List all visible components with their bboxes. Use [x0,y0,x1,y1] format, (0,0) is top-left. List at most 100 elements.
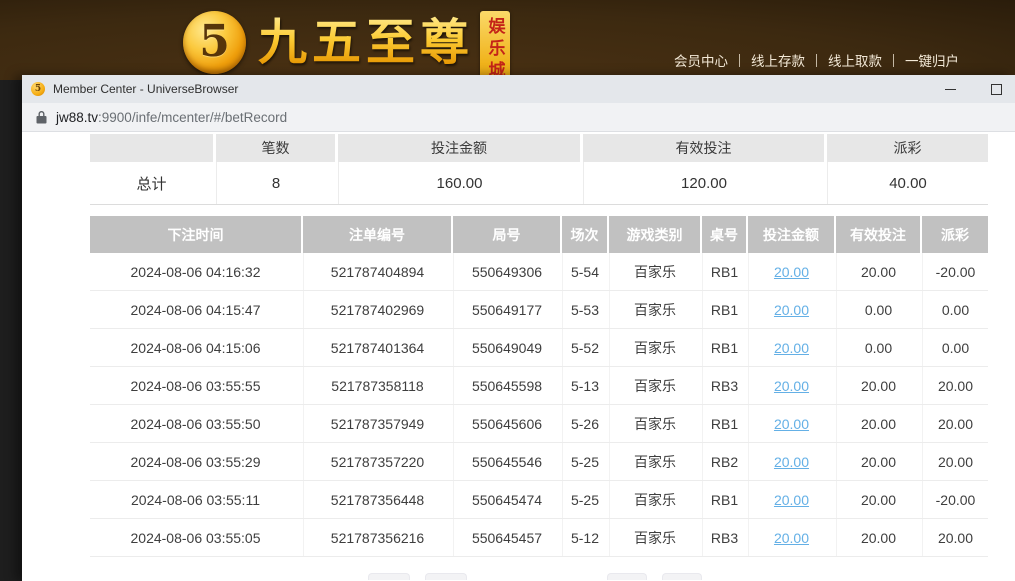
session-cell: 5-25 [562,443,607,480]
bet-time-cell: 2024-08-06 03:55:29 [90,443,301,480]
bet-table-header-row: 下注时间 注单编号 局号 场次 游戏类别 桌号 投注金额 有效投注 派彩 [90,216,988,253]
valid-bet-cell: 0.00 [836,329,920,366]
nav-member-center[interactable]: 会员中心 [663,50,739,70]
header-valid-bet: 有效投注 [836,216,920,253]
table-id-cell: RB1 [702,329,746,366]
payout-cell: 20.00 [922,405,988,442]
nav-online-deposit[interactable]: 线上存款 [740,50,816,70]
round-id-cell: 550645598 [453,367,560,404]
session-cell: 5-12 [562,519,607,556]
bet-amount-link[interactable]: 20.00 [774,530,809,546]
total-payout: 40.00 [827,162,988,204]
site-header: 5 九五至尊 娱乐城 会员中心 线上存款 线上取款 一键归户 [0,0,1015,80]
bet-amount-cell: 20.00 [748,291,834,328]
table-row: 2024-08-06 04:16:32521787404894550649306… [90,253,988,291]
bet-id-cell: 521787357949 [303,405,451,442]
maximize-button[interactable] [981,75,1011,103]
header-payout: 派彩 [922,216,988,253]
bet-time-cell: 2024-08-06 03:55:11 [90,481,301,518]
total-bet-amount: 160.00 [338,162,580,204]
bet-amount-cell: 20.00 [748,367,834,404]
bet-id-cell: 521787402969 [303,291,451,328]
session-cell: 5-25 [562,481,607,518]
table-id-cell: RB1 [702,253,746,290]
bet-record-table: 下注时间 注单编号 局号 场次 游戏类别 桌号 投注金额 有效投注 派彩 202… [90,216,988,557]
coin-logo-icon: 5 [183,11,246,74]
game-type-cell: 百家乐 [609,291,700,328]
window-titlebar: 5 Member Center - UniverseBrowser [22,75,1015,103]
nav-one-key-transfer[interactable]: 一键归户 [894,50,970,70]
nav-online-withdraw[interactable]: 线上取款 [817,50,893,70]
minimize-button[interactable] [935,75,965,103]
bet-time-cell: 2024-08-06 04:15:47 [90,291,301,328]
bet-amount-cell: 20.00 [748,481,834,518]
summary-header-valid-bet: 有效投注 [583,134,824,162]
table-row: 2024-08-06 04:15:47521787402969550649177… [90,291,988,329]
round-id-cell: 550645457 [453,519,560,556]
summary-header-payout: 派彩 [827,134,988,162]
bet-amount-link[interactable]: 20.00 [774,264,809,280]
pagination-button[interactable] [607,573,647,580]
bet-amount-link[interactable]: 20.00 [774,454,809,470]
header-bet-id: 注单编号 [303,216,451,253]
bet-time-cell: 2024-08-06 03:55:05 [90,519,301,556]
bet-time-cell: 2024-08-06 03:55:50 [90,405,301,442]
bet-time-cell: 2024-08-06 03:55:55 [90,367,301,404]
bet-id-cell: 521787401364 [303,329,451,366]
valid-bet-cell: 20.00 [836,405,920,442]
brand-title: 九五至尊 [258,7,474,79]
bet-record-page: 笔数 投注金额 有效投注 派彩 总计 8 160.00 120.00 40.00… [22,132,1015,580]
table-id-cell: RB2 [702,443,746,480]
favicon-icon: 5 [31,82,45,96]
game-type-cell: 百家乐 [609,253,700,290]
round-id-cell: 550649049 [453,329,560,366]
payout-cell: 20.00 [922,443,988,480]
table-row: 2024-08-06 03:55:55521787358118550645598… [90,367,988,405]
valid-bet-cell: 20.00 [836,481,920,518]
bet-amount-link[interactable]: 20.00 [774,378,809,394]
table-id-cell: RB3 [702,519,746,556]
session-cell: 5-54 [562,253,607,290]
bet-amount-cell: 20.00 [748,329,834,366]
table-id-cell: RB1 [702,481,746,518]
header-session: 场次 [562,216,607,253]
pagination-button[interactable] [425,573,467,580]
table-row: 2024-08-06 03:55:05521787356216550645457… [90,519,988,557]
valid-bet-cell: 20.00 [836,253,920,290]
game-type-cell: 百家乐 [609,481,700,518]
pagination-button[interactable] [662,573,702,580]
bet-amount-cell: 20.00 [748,519,834,556]
pagination-button[interactable] [368,573,410,580]
total-count: 8 [216,162,335,204]
bet-amount-link[interactable]: 20.00 [774,492,809,508]
address-bar[interactable]: jw88.tv:9900/infe/mcenter/#/betRecord [22,103,1015,132]
bet-amount-link[interactable]: 20.00 [774,340,809,356]
bet-table-body: 2024-08-06 04:16:32521787404894550649306… [90,253,988,557]
round-id-cell: 550645546 [453,443,560,480]
brand-badge: 娱乐城 [480,11,510,80]
payout-cell: -20.00 [922,481,988,518]
bet-amount-link[interactable]: 20.00 [774,416,809,432]
bet-id-cell: 521787356216 [303,519,451,556]
bet-time-cell: 2024-08-06 04:15:06 [90,329,301,366]
browser-window: 5 Member Center - UniverseBrowser jw88.t… [22,75,1015,581]
session-cell: 5-53 [562,291,607,328]
valid-bet-cell: 20.00 [836,443,920,480]
game-type-cell: 百家乐 [609,443,700,480]
header-table-id: 桌号 [702,216,746,253]
table-id-cell: RB1 [702,291,746,328]
bet-id-cell: 521787357220 [303,443,451,480]
game-type-cell: 百家乐 [609,405,700,442]
game-type-cell: 百家乐 [609,329,700,366]
game-type-cell: 百家乐 [609,367,700,404]
bet-id-cell: 521787404894 [303,253,451,290]
session-cell: 5-13 [562,367,607,404]
header-game-type: 游戏类别 [609,216,700,253]
table-id-cell: RB1 [702,405,746,442]
bet-amount-link[interactable]: 20.00 [774,302,809,318]
site-logo: 5 九五至尊 娱乐城 [183,7,510,80]
table-row: 2024-08-06 03:55:11521787356448550645474… [90,481,988,519]
table-row: 2024-08-06 03:55:29521787357220550645546… [90,443,988,481]
valid-bet-cell: 20.00 [836,367,920,404]
valid-bet-cell: 20.00 [836,519,920,556]
